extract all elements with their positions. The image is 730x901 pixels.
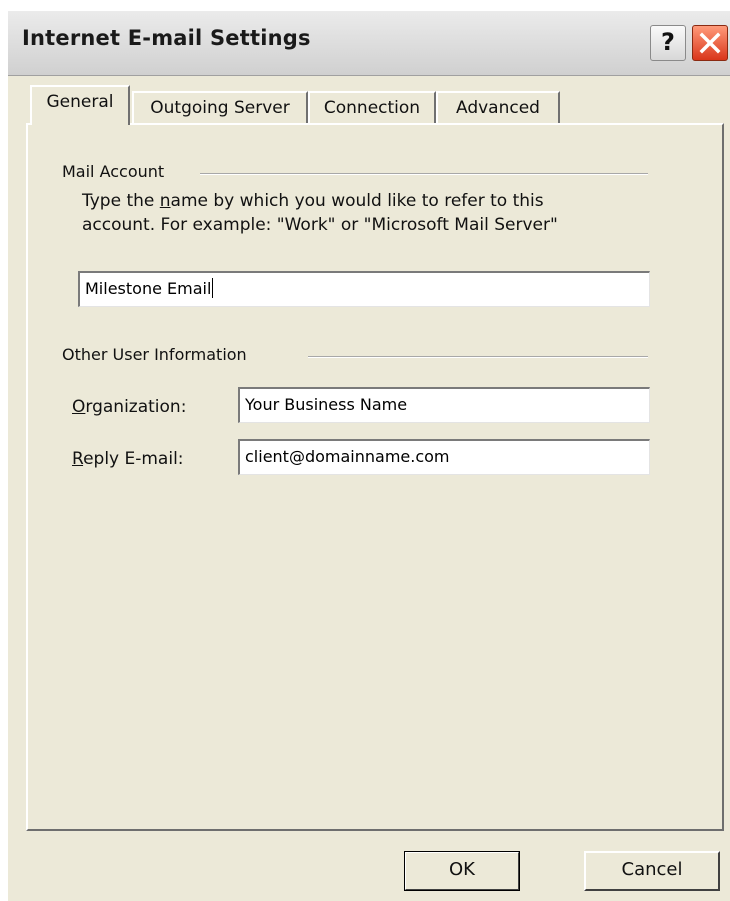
tab-outgoing-server[interactable]: Outgoing Server: [132, 91, 308, 124]
tab-advanced[interactable]: Advanced: [436, 91, 560, 124]
account-name-input[interactable]: Milestone Email: [78, 271, 650, 307]
organization-input[interactable]: Your Business Name: [238, 387, 650, 423]
help-button[interactable]: ?: [650, 25, 686, 61]
dialog-title: Internet E-mail Settings: [22, 26, 311, 50]
reply-email-input[interactable]: client@domainname.com: [238, 439, 650, 475]
other-user-divider: [308, 356, 648, 358]
cancel-button[interactable]: Cancel: [584, 851, 720, 891]
general-tab-panel: Mail Account Type the name by which you …: [26, 123, 724, 831]
text-caret: [212, 278, 214, 298]
mail-account-description: Type the name by which you would like to…: [82, 191, 558, 235]
ok-button[interactable]: OK: [404, 851, 520, 891]
red-annotation-fragment: [140, 0, 230, 9]
organization-label: Organization:: [72, 397, 187, 417]
close-button[interactable]: [692, 25, 728, 61]
reply-email-label: Reply E-mail:: [72, 449, 184, 469]
other-user-heading: Other User Information: [62, 345, 255, 364]
close-icon: [699, 32, 721, 54]
mail-account-heading: Mail Account: [62, 162, 173, 181]
dialog-window: Internet E-mail Settings ? General Outgo…: [6, 9, 730, 901]
tab-general[interactable]: General: [30, 85, 130, 125]
mail-account-divider: [200, 173, 648, 175]
tab-connection[interactable]: Connection: [308, 91, 436, 124]
help-icon: ?: [661, 28, 675, 56]
title-bar[interactable]: Internet E-mail Settings ?: [8, 11, 730, 76]
